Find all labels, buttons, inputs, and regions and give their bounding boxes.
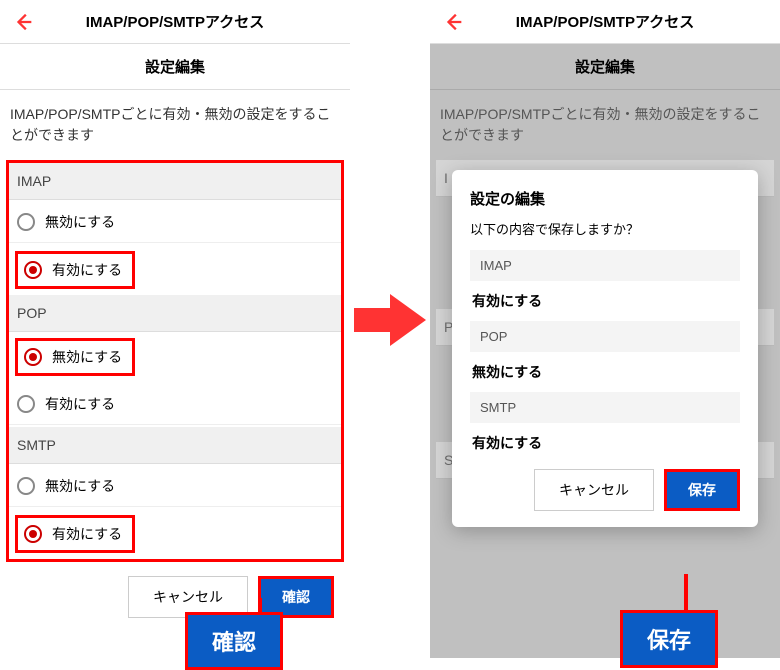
section-header-imap: IMAP bbox=[9, 163, 341, 200]
button-row: キャンセル 確認 bbox=[0, 562, 350, 618]
radio-icon bbox=[24, 525, 42, 543]
screen-settings-edit: IMAP/POP/SMTPアクセス 設定編集 IMAP/POP/SMTPごとに有… bbox=[0, 0, 350, 658]
callout-confirm: 確認 bbox=[185, 612, 283, 670]
radio-label: 有効にする bbox=[45, 394, 115, 414]
dialog-cancel-button[interactable]: キャンセル bbox=[534, 469, 654, 511]
description-text: IMAP/POP/SMTPごとに有効・無効の設定をすることができます bbox=[430, 90, 780, 160]
callout-connector bbox=[684, 574, 688, 612]
radio-icon bbox=[24, 348, 42, 366]
page-title: IMAP/POP/SMTPアクセス bbox=[442, 11, 768, 32]
dialog-save-button[interactable]: 保存 bbox=[664, 469, 740, 511]
dialog-field-label: IMAP bbox=[470, 250, 740, 281]
dialog-button-row: キャンセル 保存 bbox=[470, 469, 740, 511]
radio-icon bbox=[17, 477, 35, 495]
transition-arrow-icon bbox=[354, 290, 426, 350]
callout-save: 保存 bbox=[620, 610, 718, 668]
radio-icon bbox=[17, 213, 35, 231]
radio-pop-disable[interactable]: 無効にする bbox=[15, 338, 135, 376]
screen-confirm-dialog: IMAP/POP/SMTPアクセス 設定編集 IMAP/POP/SMTPごとに有… bbox=[430, 0, 780, 658]
dialog-field-value: 有効にする bbox=[470, 427, 740, 463]
section-header-pop: POP bbox=[9, 295, 341, 332]
radio-label: 無効にする bbox=[45, 476, 115, 496]
dialog-field-label: POP bbox=[470, 321, 740, 352]
radio-imap-disable[interactable]: 無効にする bbox=[9, 202, 341, 243]
radio-smtp-enable[interactable]: 有効にする bbox=[15, 515, 135, 553]
page-title: IMAP/POP/SMTPアクセス bbox=[12, 11, 338, 32]
radio-imap-enable[interactable]: 有効にする bbox=[15, 251, 135, 289]
dialog-title: 設定の編集 bbox=[470, 188, 740, 209]
radio-icon bbox=[17, 395, 35, 413]
header: IMAP/POP/SMTPアクセス bbox=[0, 0, 350, 44]
radio-pop-enable[interactable]: 有効にする bbox=[9, 384, 341, 425]
radio-label: 有効にする bbox=[52, 524, 122, 544]
dialog-field-value: 無効にする bbox=[470, 356, 740, 392]
dialog-field-label: SMTP bbox=[470, 392, 740, 423]
confirm-dialog: 設定の編集 以下の内容で保存しますか？ IMAP 有効にする POP 無効にする… bbox=[452, 170, 758, 527]
radio-label: 有効にする bbox=[52, 260, 122, 280]
radio-label: 無効にする bbox=[52, 347, 122, 367]
header: IMAP/POP/SMTPアクセス bbox=[430, 0, 780, 44]
dialog-field-value: 有効にする bbox=[470, 285, 740, 321]
section-header-smtp: SMTP bbox=[9, 427, 341, 464]
radio-smtp-disable[interactable]: 無効にする bbox=[9, 466, 341, 507]
subheader: 設定編集 bbox=[430, 44, 780, 90]
radio-icon bbox=[24, 261, 42, 279]
subheader: 設定編集 bbox=[0, 44, 350, 90]
radio-label: 無効にする bbox=[45, 212, 115, 232]
protocol-settings-list: IMAP 無効にする 有効にする POP 無効にする bbox=[6, 160, 344, 562]
dialog-subtitle: 以下の内容で保存しますか？ bbox=[470, 219, 740, 238]
description-text: IMAP/POP/SMTPごとに有効・無効の設定をすることができます bbox=[0, 90, 350, 160]
